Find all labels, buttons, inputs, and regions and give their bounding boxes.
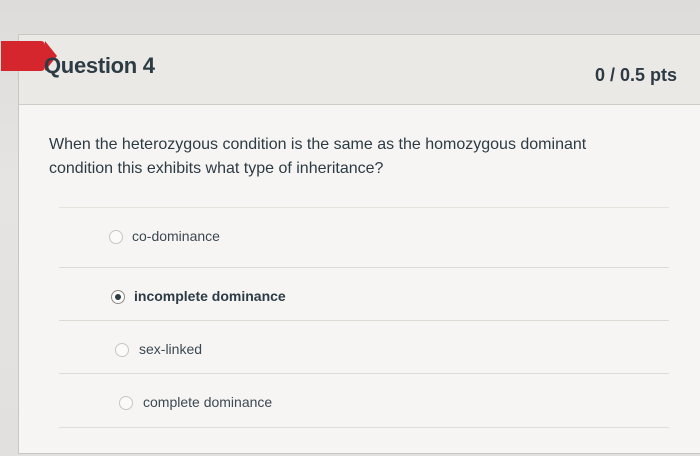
question-text: When the heterozygous condition is the s…	[49, 136, 587, 177]
answer-label: complete dominance	[143, 394, 273, 410]
answer-option-co-dominance[interactable]: co-dominance	[59, 207, 669, 248]
question-points: 0 / 0.5 pts	[594, 65, 677, 85]
answer-label: co-dominance	[132, 228, 220, 244]
answer-label: sex-linked	[139, 341, 203, 357]
flag-question-icon[interactable]	[1, 41, 57, 71]
question-title: Question 4	[44, 53, 155, 78]
answer-option-incomplete-dominance[interactable]: incomplete dominance	[59, 267, 669, 308]
question-header: Question 4 0 / 0.5 pts	[1, 35, 700, 105]
radio-unselected-icon[interactable]	[109, 230, 123, 244]
answer-label: incomplete dominance	[134, 288, 286, 304]
answer-option-complete-dominance[interactable]: complete dominance	[59, 373, 669, 414]
answer-option-sex-linked[interactable]: sex-linked	[59, 320, 669, 361]
radio-unselected-icon[interactable]	[115, 343, 129, 357]
divider	[59, 427, 669, 428]
question-card: Question 4 0 / 0.5 pts When the heterozy…	[1, 34, 700, 454]
radio-selected-icon[interactable]	[111, 290, 125, 304]
radio-unselected-icon[interactable]	[119, 396, 133, 410]
